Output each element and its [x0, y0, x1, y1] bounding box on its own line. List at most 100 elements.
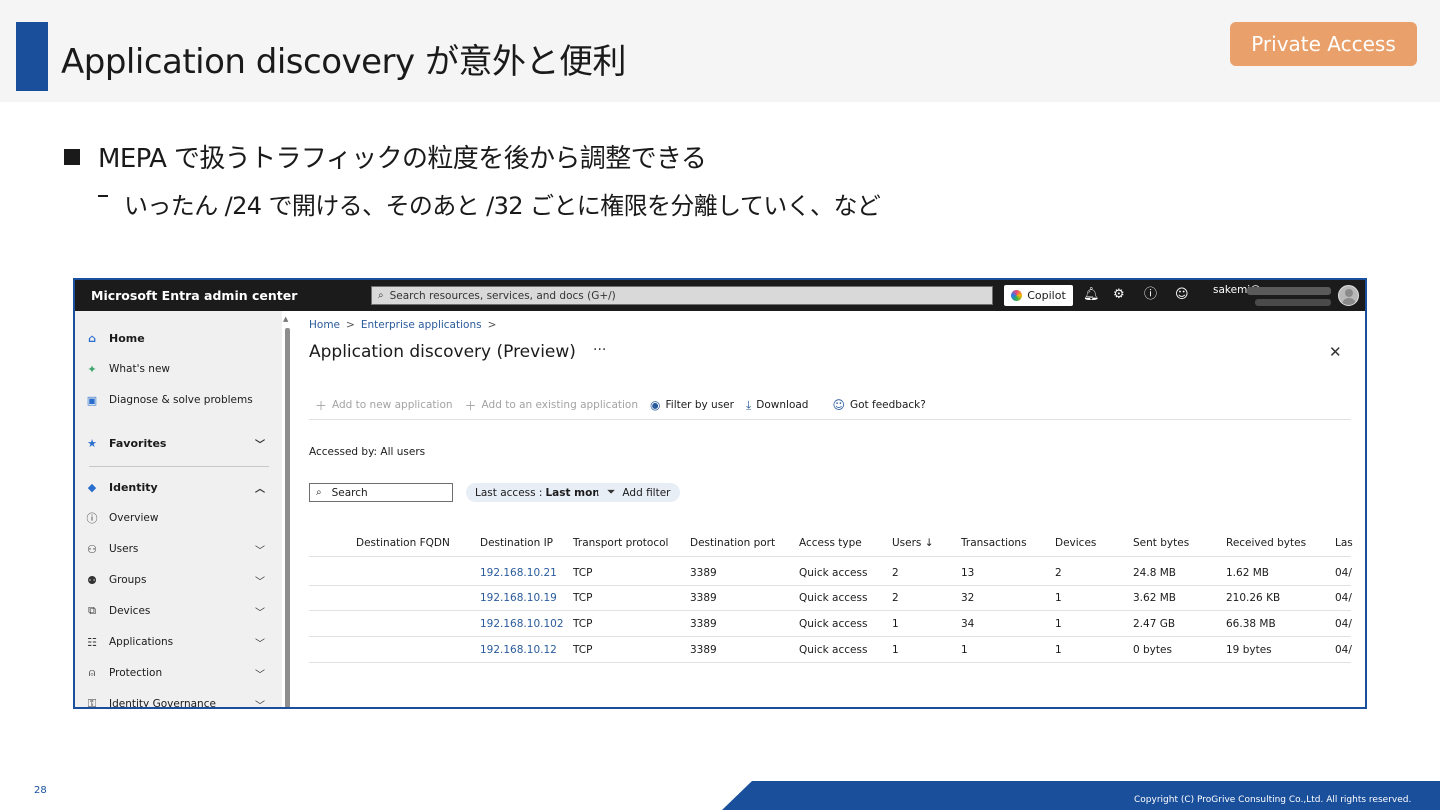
filter-icon: ⏷: [607, 486, 616, 498]
page-title: Application discovery (Preview): [309, 342, 576, 362]
chevron-down-icon[interactable]: ﹀: [255, 542, 265, 557]
cell-transactions: 1: [961, 644, 968, 656]
scroll-up-icon[interactable]: ▲: [283, 315, 288, 323]
more-icon[interactable]: ···: [593, 342, 606, 358]
cell-ip[interactable]: 192.168.10.19: [480, 592, 557, 604]
identity-icon: ◆: [87, 480, 97, 494]
sidebar-divider: [89, 466, 269, 467]
download-button[interactable]: ⤓ Download: [746, 398, 809, 413]
table-row[interactable]: 192.168.10.21 TCP 3389 Quick access 2 13…: [309, 561, 1352, 586]
col-users[interactable]: Users ↓: [892, 537, 934, 549]
slide: Application discovery が意外と便利 Private Acc…: [0, 0, 1440, 810]
chevron-down-icon[interactable]: ﹀: [255, 697, 265, 707]
add-filter-button[interactable]: ⏷ Add filter: [598, 483, 680, 502]
chevron-down-icon[interactable]: ﹀: [255, 635, 265, 650]
devices-icon: ⧉: [88, 604, 96, 617]
sidebar-item-whats-new[interactable]: ✦ What's new: [85, 359, 275, 379]
dash-bullet-icon: [98, 194, 108, 197]
cell-received-bytes: 210.26 KB: [1226, 592, 1281, 604]
sidebar-item-diagnose[interactable]: ▣ Diagnose & solve problems: [85, 390, 275, 410]
sidebar-item-label: What's new: [109, 363, 170, 375]
bell-icon[interactable]: 🔔︎: [1083, 287, 1100, 303]
cell-devices: 1: [1055, 644, 1062, 656]
sidebar-item-identity-governance[interactable]: ⚿ Identity Governance ﹀: [85, 694, 275, 707]
gear-icon[interactable]: ⚙: [1113, 287, 1125, 303]
filter-by-user-button[interactable]: ◉ Filter by user: [650, 398, 734, 412]
chevron-down-icon[interactable]: ﹀: [255, 573, 265, 588]
col-destination-fqdn[interactable]: Destination FQDN: [356, 537, 450, 549]
global-search-input[interactable]: ⌕ Search resources, services, and docs (…: [371, 286, 993, 305]
sidebar-item-label: Overview: [109, 512, 159, 524]
sidebar-item-label: Identity: [109, 480, 158, 494]
cell-transactions: 34: [961, 618, 975, 630]
cell-sent-bytes: 2.47 GB: [1133, 618, 1176, 630]
close-icon[interactable]: ✕: [1329, 343, 1342, 361]
title-accent-bar: [16, 22, 48, 91]
cell-sent-bytes: 24.8 MB: [1133, 567, 1176, 579]
table-row[interactable]: 192.168.10.102 TCP 3389 Quick access 1 3…: [309, 612, 1352, 637]
col-access-type[interactable]: Access type: [799, 537, 862, 549]
filter-pill-label: Last access :: [475, 486, 543, 499]
chevron-down-icon[interactable]: ﹀: [255, 604, 265, 619]
sidebar-item-applications[interactable]: ☷ Applications ﹀: [85, 632, 275, 652]
breadcrumb-home[interactable]: Home: [309, 319, 340, 331]
eye-icon: ◉: [650, 398, 661, 412]
chevron-down-icon[interactable]: ﹀: [255, 436, 265, 451]
sidebar-item-users[interactable]: ⚇ Users ﹀: [85, 539, 275, 559]
col-sent-bytes[interactable]: Sent bytes: [1133, 537, 1189, 549]
cell-received-bytes: 1.62 MB: [1226, 567, 1269, 579]
cell-port: 3389: [690, 567, 717, 579]
add-to-existing-application-button[interactable]: ＋ Add to an existing application: [465, 397, 638, 414]
redacted-email: [1247, 287, 1331, 295]
table-row[interactable]: 192.168.10.12 TCP 3389 Quick access 1 1 …: [309, 638, 1352, 663]
bullet-1-text: MEPA で扱うトラフィックの粒度を後から調整できる: [98, 144, 707, 174]
cell-protocol: TCP: [573, 644, 593, 656]
col-transactions[interactable]: Transactions: [961, 537, 1027, 549]
sidebar-item-groups[interactable]: ⚉ Groups ﹀: [85, 570, 275, 590]
sidebar: ⌂ Home ✦ What's new ▣ Diagnose & solve p…: [75, 311, 282, 707]
feedback-button[interactable]: ☺ Got feedback?: [832, 398, 925, 412]
table-row[interactable]: 192.168.10.19 TCP 3389 Quick access 2 32…: [309, 586, 1352, 611]
sidebar-item-protection[interactable]: ⍝ Protection ﹀: [85, 663, 275, 683]
cell-ip[interactable]: 192.168.10.102: [480, 618, 564, 630]
chevron-down-icon[interactable]: ﹀: [255, 666, 265, 681]
col-transport-protocol[interactable]: Transport protocol: [573, 537, 668, 549]
col-devices[interactable]: Devices: [1055, 537, 1096, 549]
sidebar-item-favorites[interactable]: ★ Favorites ﹀: [85, 433, 275, 453]
avatar[interactable]: [1338, 285, 1359, 306]
cell-protocol: TCP: [573, 567, 593, 579]
feedback-icon: ☺: [832, 398, 845, 412]
col-destination-ip[interactable]: Destination IP: [480, 537, 553, 549]
plus-icon: ＋: [315, 398, 328, 413]
copilot-button[interactable]: Copilot: [1004, 285, 1073, 306]
sidebar-item-identity[interactable]: ◆ Identity ︿: [85, 477, 275, 497]
help-icon[interactable]: ⓘ: [1144, 287, 1157, 303]
info-icon: ⓘ: [86, 512, 98, 525]
add-to-new-application-button[interactable]: ＋ Add to new application: [315, 397, 453, 414]
col-destination-port[interactable]: Destination port: [690, 537, 775, 549]
cell-sent-bytes: 3.62 MB: [1133, 592, 1176, 604]
private-access-tag: Private Access: [1230, 22, 1417, 66]
cell-access-type: Quick access: [799, 618, 868, 630]
breadcrumb-enterprise-apps[interactable]: Enterprise applications: [361, 319, 482, 331]
feedback-icon[interactable]: ☺: [1175, 287, 1189, 303]
table-search-input[interactable]: ⌕ Search: [309, 483, 453, 502]
sidebar-item-devices[interactable]: ⧉ Devices ﹀: [85, 601, 275, 621]
col-received-bytes[interactable]: Received bytes: [1226, 537, 1306, 549]
cell-protocol: TCP: [573, 592, 593, 604]
bullet-2-text: いったん /24 で開ける、そのあと /32 ごとに権限を分離していく、など: [124, 192, 881, 220]
cell-ip[interactable]: 192.168.10.21: [480, 567, 557, 579]
copilot-icon: [1011, 290, 1023, 301]
sidebar-item-home[interactable]: ⌂ Home: [85, 328, 275, 348]
cell-protocol: TCP: [573, 618, 593, 630]
cell-last: 04/: [1335, 618, 1352, 630]
cell-ip[interactable]: 192.168.10.12: [480, 644, 557, 656]
col-last[interactable]: Las: [1335, 537, 1353, 549]
sidebar-item-overview[interactable]: ⓘ Overview: [85, 508, 275, 528]
portal-brand[interactable]: Microsoft Entra admin center: [91, 288, 297, 303]
sidebar-item-label: Users: [109, 543, 139, 555]
cell-users: 2: [892, 567, 899, 579]
sidebar-scroll-thumb[interactable]: [285, 328, 290, 707]
chevron-up-icon[interactable]: ︿: [255, 480, 265, 495]
diagnose-icon: ▣: [86, 393, 98, 407]
